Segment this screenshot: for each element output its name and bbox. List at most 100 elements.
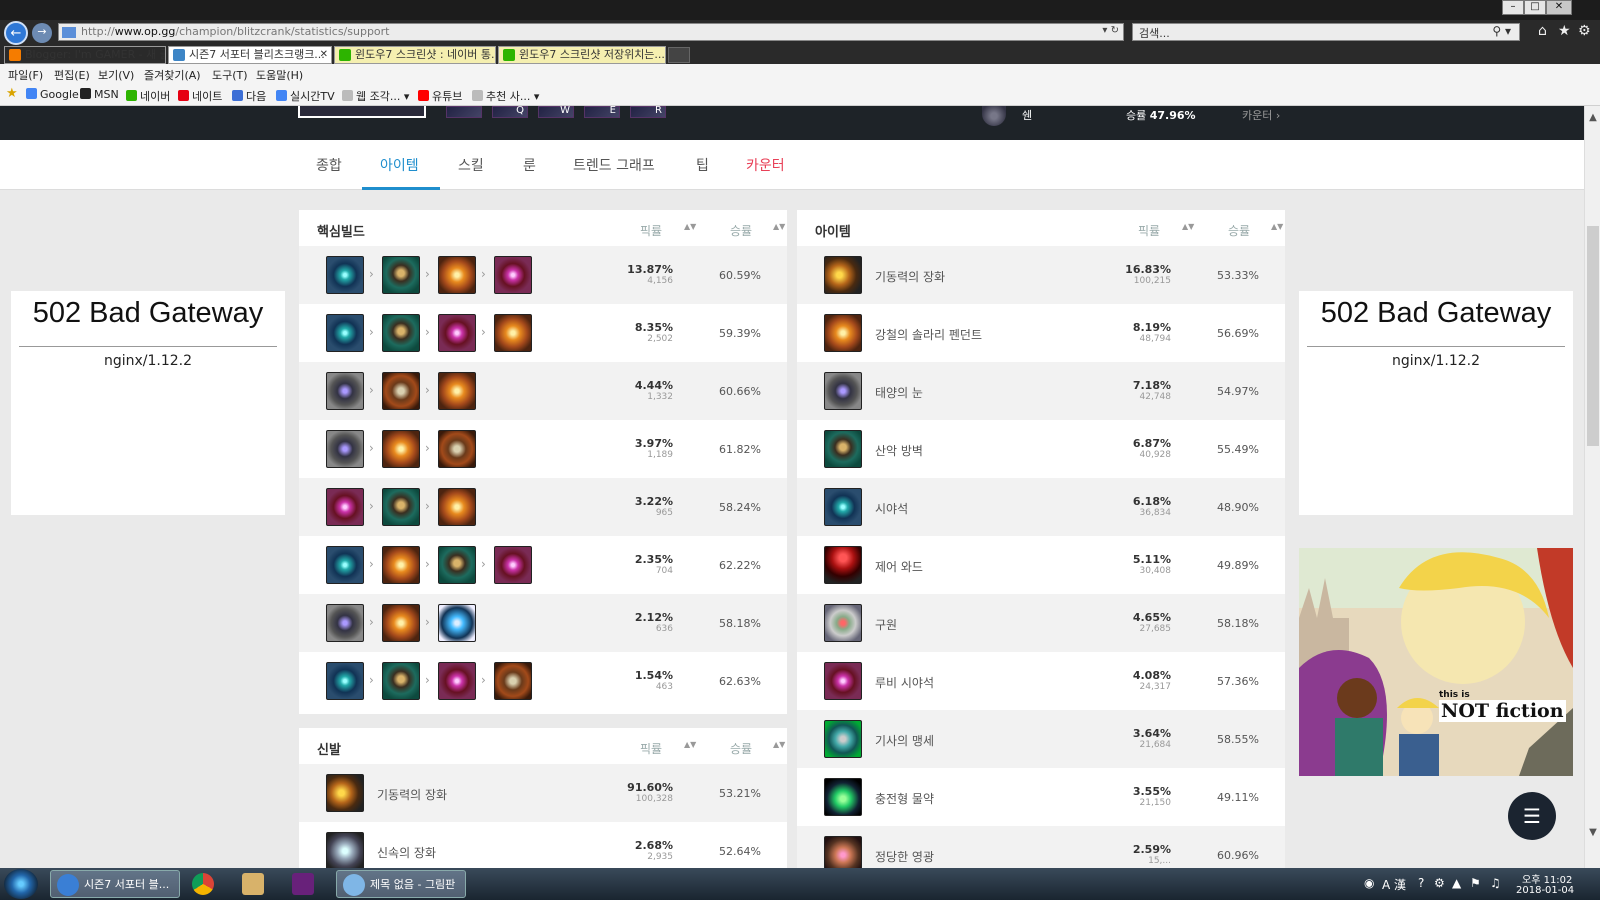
- task-ie[interactable]: 시즌7 서포터 블...: [50, 870, 180, 898]
- eye-ruby-item-icon[interactable]: [824, 662, 862, 700]
- sort-icon[interactable]: ▲▼: [1182, 222, 1194, 231]
- tab-opgg[interactable]: 시즌7 서포터 블리츠크랭크... ✕: [168, 46, 332, 64]
- volume-icon[interactable]: ♫: [1490, 876, 1501, 890]
- pick-rate-header[interactable]: 픽률: [640, 222, 662, 239]
- search-box[interactable]: 검색... ⚲ ▾: [1132, 23, 1520, 41]
- items-row[interactable]: 구원 4.65% 27,685 58.18%: [797, 594, 1285, 652]
- minimize-button[interactable]: –: [1502, 0, 1524, 15]
- pick-rate-header[interactable]: 픽률: [1138, 222, 1160, 239]
- address-bar[interactable]: http://www.op.gg/champion/blitzcrank/sta…: [58, 23, 1124, 41]
- item-name[interactable]: 루비 시야석: [875, 674, 934, 691]
- items-row[interactable]: 충전형 물약 3.55% 21,150 49.11%: [797, 768, 1285, 826]
- fav-suggested[interactable]: 추천 사... ▾: [472, 88, 539, 104]
- solari-item-icon[interactable]: [438, 488, 476, 526]
- home-icon[interactable]: ⌂: [1538, 23, 1547, 39]
- ime-settings-icon[interactable]: ⚙: [1434, 876, 1445, 890]
- ime-icon[interactable]: A 漢: [1382, 876, 1406, 893]
- item-name[interactable]: 기동력의 장화: [875, 268, 945, 285]
- core-build-row[interactable]: › › › 2.35% 704 62.22%: [299, 536, 787, 594]
- close-tab-icon[interactable]: ✕: [320, 47, 328, 63]
- solari-item-icon[interactable]: [494, 314, 532, 352]
- forward-button[interactable]: →: [32, 23, 52, 43]
- item-name[interactable]: 시야석: [875, 500, 908, 517]
- start-button[interactable]: [4, 869, 38, 899]
- item-name[interactable]: 충전형 물약: [875, 790, 934, 807]
- solari-item-icon[interactable]: [382, 546, 420, 584]
- item-name[interactable]: 신속의 장화: [377, 844, 436, 861]
- tab-blogger[interactable]: Blogger: I'm GAMER - 새 글: [4, 46, 166, 64]
- boots-item-icon[interactable]: [824, 256, 862, 294]
- comic-ad-banner[interactable]: this is NOT fiction: [1299, 548, 1573, 776]
- ward-item-icon[interactable]: [824, 546, 862, 584]
- aegis-item-icon[interactable]: [382, 488, 420, 526]
- new-tab-button[interactable]: [668, 47, 690, 63]
- helm-item-icon[interactable]: [438, 430, 476, 468]
- fav-msn[interactable]: MSN: [80, 88, 119, 101]
- core-build-row[interactable]: › › › 8.35% 2,502 59.39%: [299, 304, 787, 362]
- search-icon[interactable]: ⚲ ▾: [1492, 24, 1511, 38]
- favorites-star-icon[interactable]: ★: [1558, 23, 1571, 39]
- fav-web-slices[interactable]: 웹 조각... ▾: [342, 88, 409, 104]
- show-hidden-icons[interactable]: ▲: [1452, 876, 1461, 890]
- win-rate-header[interactable]: 승률: [730, 740, 752, 757]
- menu-file[interactable]: 파일(F): [8, 67, 43, 83]
- items-row[interactable]: 제어 와드 5.11% 30,408 49.89%: [797, 536, 1285, 594]
- core-build-row[interactable]: › › 3.22% 965 58.24%: [299, 478, 787, 536]
- items-row[interactable]: 태양의 눈 7.18% 42,748 54.97%: [797, 362, 1285, 420]
- menu-help[interactable]: 도움말(H): [256, 67, 303, 83]
- aegis-item-icon[interactable]: [824, 430, 862, 468]
- item-name[interactable]: 기사의 맹세: [875, 732, 934, 749]
- tab-naver-2[interactable]: 윈도우7 스크린샷 저장위치는...: [498, 46, 666, 64]
- eye-ruby-item-icon[interactable]: [494, 546, 532, 584]
- eye-ruby-item-icon[interactable]: [494, 256, 532, 294]
- chat-button[interactable]: ☰: [1508, 792, 1556, 840]
- task-chrome[interactable]: [186, 870, 226, 898]
- counter-link[interactable]: 카운터 ›: [1242, 107, 1280, 123]
- eye-ruby-item-icon[interactable]: [438, 662, 476, 700]
- tab-runes[interactable]: 룬: [523, 155, 536, 175]
- eye-blue-item-icon[interactable]: [326, 314, 364, 352]
- scroll-up-icon[interactable]: ▲: [1585, 112, 1600, 123]
- solari-item-icon[interactable]: [382, 430, 420, 468]
- fav-google[interactable]: Google: [26, 88, 79, 101]
- aegis-item-icon[interactable]: [382, 314, 420, 352]
- core-build-row[interactable]: › › › 13.87% 4,156 60.59%: [299, 246, 787, 304]
- fav-realtime-tv[interactable]: 실시간TV: [276, 88, 335, 104]
- eye-blue-item-icon[interactable]: [824, 488, 862, 526]
- counter-champion-avatar[interactable]: [982, 106, 1006, 126]
- task-visual-studio[interactable]: [286, 870, 326, 898]
- eye-ruby-item-icon[interactable]: [326, 488, 364, 526]
- sort-icon[interactable]: ▲▼: [684, 740, 696, 749]
- items-row[interactable]: 정당한 영광 2.59% 15,... 60.96%: [797, 826, 1285, 868]
- task-paint[interactable]: 제목 없음 - 그림판: [336, 870, 466, 898]
- harrow-item-icon[interactable]: [824, 836, 862, 868]
- items-row[interactable]: 루비 시야석 4.08% 24,317 57.36%: [797, 652, 1285, 710]
- redeem-item-icon[interactable]: [824, 604, 862, 642]
- core-build-row[interactable]: › › 2.12% 636 58.18%: [299, 594, 787, 652]
- menu-favorites[interactable]: 즐겨찾기(A): [144, 67, 201, 83]
- fav-youtube[interactable]: 유튜브: [418, 88, 462, 104]
- core-build-row[interactable]: › › 4.44% 1,332 60.66%: [299, 362, 787, 420]
- fav-naver[interactable]: 네이버: [126, 88, 170, 104]
- item-name[interactable]: 태양의 눈: [875, 384, 923, 401]
- solari-item-icon[interactable]: [824, 314, 862, 352]
- scroll-thumb[interactable]: [1587, 226, 1599, 446]
- menu-tools[interactable]: 도구(T): [212, 67, 248, 83]
- swift-item-icon[interactable]: [326, 832, 364, 868]
- tab-skills[interactable]: 스킬: [458, 155, 484, 175]
- sort-icon[interactable]: ▲▼: [684, 222, 696, 231]
- items-row[interactable]: 시야석 6.18% 36,834 48.90%: [797, 478, 1285, 536]
- clock-time[interactable]: 오후 11:02: [1522, 871, 1572, 886]
- aegis-item-icon[interactable]: [382, 256, 420, 294]
- eye-sun-item-icon[interactable]: [824, 372, 862, 410]
- tab-items[interactable]: 아이템: [380, 155, 419, 175]
- eye-blue-item-icon[interactable]: [326, 662, 364, 700]
- solari-item-icon[interactable]: [438, 372, 476, 410]
- pick-rate-header[interactable]: 픽률: [640, 740, 662, 757]
- helm-item-icon[interactable]: [382, 372, 420, 410]
- menu-edit[interactable]: 편집(E): [54, 67, 90, 83]
- orb-item-icon[interactable]: [438, 604, 476, 642]
- eye-sun-item-icon[interactable]: [326, 372, 364, 410]
- item-name[interactable]: 산악 방벽: [875, 442, 923, 459]
- item-name[interactable]: 정당한 영광: [875, 848, 934, 865]
